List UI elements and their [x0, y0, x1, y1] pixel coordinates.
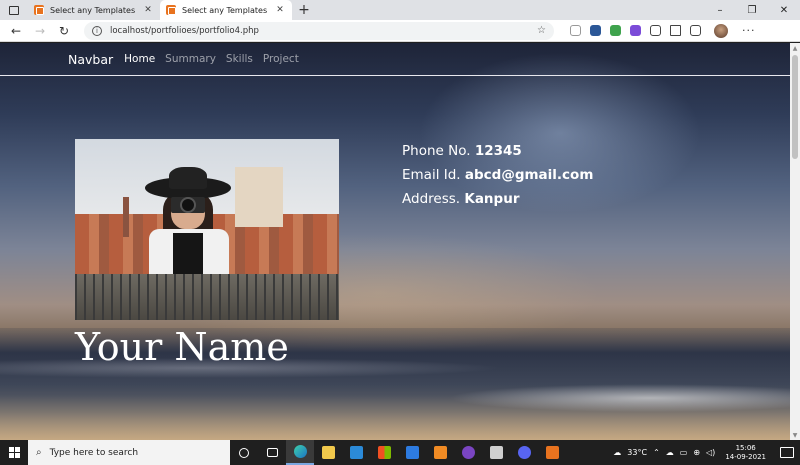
mail-icon[interactable] [398, 440, 426, 465]
search-icon: ⌕ [36, 447, 42, 458]
maximize-button[interactable]: ❐ [736, 0, 768, 20]
navbar-brand[interactable]: Navbar [68, 52, 113, 67]
forward-button[interactable]: → [28, 20, 52, 42]
new-tab-button[interactable]: + [292, 0, 316, 20]
email-row: Email Id. abcd@gmail.com [402, 167, 593, 183]
favorites-icon[interactable] [670, 25, 681, 36]
phone-row: Phone No. 12345 [402, 143, 593, 159]
profile-avatar[interactable] [714, 23, 728, 38]
address-value: Kanpur [464, 191, 520, 207]
page-scrollbar[interactable]: ▲ ▼ [790, 43, 800, 440]
github-desktop-icon[interactable] [454, 440, 482, 465]
favorite-star-icon[interactable]: ☆ [537, 25, 546, 36]
close-tab-icon[interactable]: ✕ [142, 5, 154, 15]
extension-cloud-icon[interactable] [610, 25, 621, 36]
profile-photo [75, 139, 339, 320]
tray-overflow-icon[interactable]: ⌃ [653, 448, 660, 457]
extensions-bar [570, 23, 728, 38]
close-tab-icon[interactable]: ✕ [274, 5, 286, 15]
task-view-icon[interactable] [258, 440, 286, 465]
browser-tab-strip: Select any Templates ✕ Select any Templa… [0, 0, 800, 20]
collections-icon[interactable] [690, 25, 701, 36]
temperature[interactable]: 33°C [627, 448, 647, 457]
extension-v-icon[interactable] [630, 25, 641, 36]
extension-puzzle-icon[interactable] [650, 25, 661, 36]
file-explorer-icon[interactable] [314, 440, 342, 465]
edge-taskbar-icon[interactable] [286, 440, 314, 465]
address-bar[interactable]: i localhost/portfolioes/portfolio4.php ☆ [84, 21, 554, 40]
clock-time: 15:06 [735, 443, 756, 452]
nav-link-summary[interactable]: Summary [165, 53, 216, 65]
nav-link-skills[interactable]: Skills [226, 53, 253, 65]
weather-icon[interactable]: ☁ [613, 448, 621, 457]
window-controls: – ❐ ✕ [704, 0, 800, 20]
address-label: Address. [402, 191, 461, 207]
extension-shield-icon[interactable] [590, 25, 601, 36]
phone-value: 12345 [474, 143, 522, 159]
notification-icon[interactable] [780, 447, 794, 458]
onedrive-icon[interactable]: ☁ [666, 448, 674, 457]
tab-title: Select any Templates [50, 5, 136, 15]
discord-icon[interactable] [510, 440, 538, 465]
settings-more-icon[interactable]: ··· [742, 24, 756, 37]
store-icon[interactable] [370, 440, 398, 465]
back-button[interactable]: ← [4, 20, 28, 42]
site-info-icon[interactable]: i [92, 25, 102, 36]
scroll-up-icon[interactable]: ▲ [790, 43, 800, 53]
reading-view-icon[interactable] [570, 25, 581, 36]
taskbar-search[interactable]: ⌕ Type here to search [28, 440, 230, 465]
email-label: Email Id. [402, 167, 461, 183]
reload-button[interactable]: ↻ [52, 20, 76, 42]
vscode-icon[interactable] [342, 440, 370, 465]
battery-icon[interactable]: ▭ [680, 448, 688, 457]
browser-tab-2[interactable]: Select any Templates ✕ [160, 0, 292, 20]
windows-taskbar: ⌕ Type here to search ☁ 33°C ⌃ ☁ ▭ ⊕ ◁) … [0, 440, 800, 465]
sublime-text-icon[interactable] [426, 440, 454, 465]
search-placeholder: Type here to search [49, 447, 139, 458]
xampp-favicon-icon [166, 5, 176, 15]
site-navbar: Navbar Home Summary Skills Project [0, 43, 790, 76]
app-grid-icon[interactable] [482, 440, 510, 465]
start-button[interactable] [0, 440, 28, 465]
tab-actions-icon[interactable] [0, 0, 28, 20]
hero-name: Your Name [75, 325, 289, 369]
address-row: Address. Kanpur [402, 191, 593, 207]
browser-toolbar: ← → ↻ i localhost/portfolioes/portfolio4… [0, 20, 800, 42]
clock-date: 14-09-2021 [725, 452, 766, 461]
browser-tab-1[interactable]: Select any Templates ✕ [28, 0, 160, 20]
tab-title: Select any Templates [182, 5, 268, 15]
xampp-icon[interactable] [538, 440, 566, 465]
phone-label: Phone No. [402, 143, 471, 159]
scroll-down-icon[interactable]: ▼ [790, 430, 800, 440]
taskbar-clock[interactable]: 15:06 14-09-2021 [725, 444, 766, 462]
close-window-button[interactable]: ✕ [768, 0, 800, 20]
system-tray: ☁ 33°C ⌃ ☁ ▭ ⊕ ◁) 15:06 14-09-2021 [613, 444, 800, 462]
nav-link-home[interactable]: Home [124, 53, 155, 65]
cortana-icon[interactable] [230, 440, 258, 465]
scrollbar-thumb[interactable] [792, 55, 798, 159]
url-text: localhost/portfolioes/portfolio4.php [110, 25, 259, 36]
contact-info: Phone No. 12345 Email Id. abcd@gmail.com… [402, 143, 593, 215]
xampp-favicon-icon [34, 5, 44, 15]
page-viewport: Navbar Home Summary Skills Project Phone… [0, 43, 790, 440]
nav-link-project[interactable]: Project [263, 53, 299, 65]
minimize-button[interactable]: – [704, 0, 736, 20]
network-icon[interactable]: ⊕ [693, 448, 700, 457]
email-value: abcd@gmail.com [464, 167, 594, 183]
volume-icon[interactable]: ◁) [706, 448, 715, 457]
